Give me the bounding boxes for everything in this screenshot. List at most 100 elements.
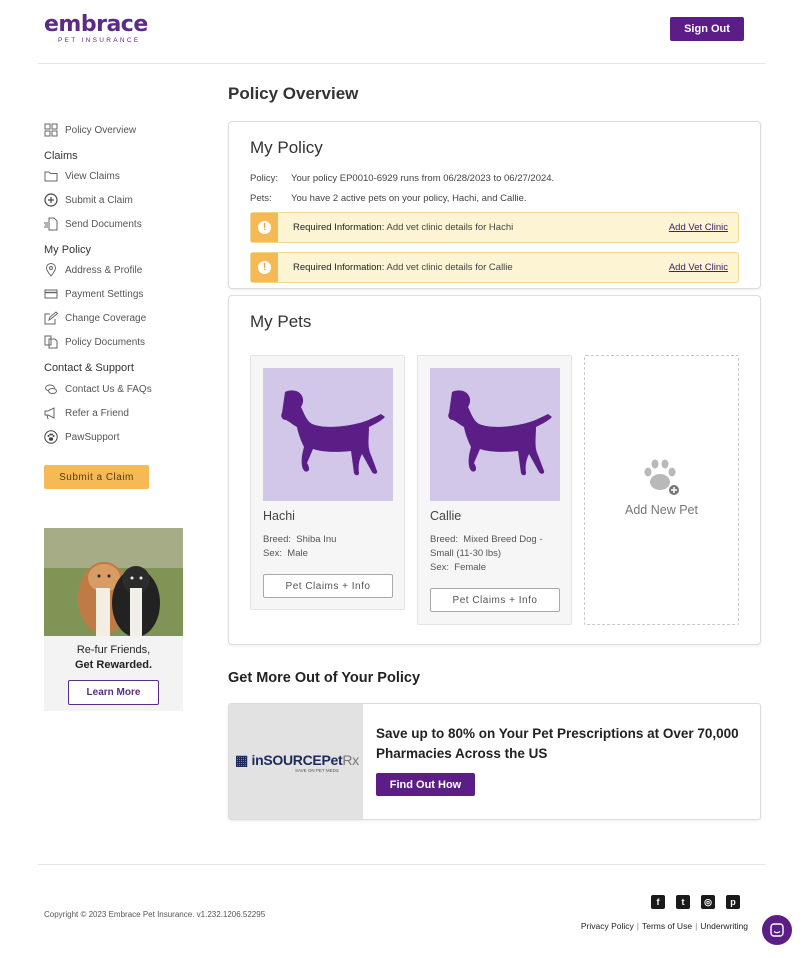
dog-silhouette-image <box>263 368 393 501</box>
policy-text: Your policy EP0010-6929 runs from 06/28/… <box>291 173 555 184</box>
sidebar-item-policy-overview[interactable]: Policy Overview <box>44 121 136 139</box>
insourcepet-logo-text: ▦ inSOURCEPetRx <box>235 752 359 768</box>
sidebar-item-label: Policy Documents <box>65 336 146 348</box>
insourcepet-logo: ▦ inSOURCEPetRx SAVE ON PET MEDS <box>229 704 363 819</box>
add-vet-clinic-link[interactable]: Add Vet Clinic <box>669 262 728 273</box>
offer-title: Save up to 80% on Your Pet Prescriptions… <box>376 726 739 761</box>
pets-label: Pets: <box>250 193 272 204</box>
paw-plus-icon <box>644 459 679 495</box>
chat-launcher-button[interactable] <box>762 915 792 945</box>
add-new-pet-label: Add New Pet <box>625 503 698 517</box>
dog-silhouette-image <box>430 368 560 501</box>
send-document-icon <box>44 217 58 231</box>
megaphone-icon <box>44 407 55 420</box>
pet-claims-info-button[interactable]: Pet Claims + Info <box>263 574 393 598</box>
documents-icon <box>44 335 58 349</box>
sidebar-heading-contact-support: Contact & Support <box>44 362 134 374</box>
sidebar-item-policy-documents[interactable]: Policy Documents <box>44 333 145 351</box>
pinterest-icon[interactable]: p <box>726 895 740 909</box>
insourcepet-offer-card: ▦ inSOURCEPetRx SAVE ON PET MEDS Save up… <box>228 703 761 820</box>
promo-text: Re-fur Friends, Get Rewarded. <box>44 643 183 673</box>
sidebar-item-view-claims[interactable]: View Claims <box>44 167 120 185</box>
learn-more-button[interactable]: Learn More <box>68 680 159 705</box>
my-policy-card: My Policy Policy: Your policy EP0010-6929… <box>228 121 761 289</box>
sex-label: Sex: <box>430 562 450 573</box>
alert-text: Add vet clinic details for Hachi <box>386 222 514 233</box>
page-title: Policy Overview <box>228 84 359 103</box>
find-out-how-button[interactable]: Find Out How <box>376 773 475 796</box>
edit-icon <box>44 311 58 325</box>
pet-card: Callie Breed: Mixed Breed Dog - Small (1… <box>417 355 572 625</box>
pet-sex: Sex: Female <box>430 561 565 575</box>
terms-of-use-link[interactable]: Terms of Use <box>642 921 692 931</box>
sign-out-button[interactable]: Sign Out <box>670 17 744 41</box>
promo-line-1: Re-fur Friends, <box>76 644 151 656</box>
sidebar-item-label: Send Documents <box>65 218 142 230</box>
sex-value: Male <box>287 548 308 559</box>
referral-promo: Re-fur Friends, Get Rewarded. Learn More <box>44 528 183 711</box>
promo-line-2: Get Rewarded. <box>74 659 153 671</box>
sidebar-item-label: Contact Us & FAQs <box>65 383 152 395</box>
insourcepet-tagline: SAVE ON PET MEDS <box>295 768 339 773</box>
sidebar-item-refer-friend[interactable]: Refer a Friend <box>44 404 129 422</box>
alert-icon: ! <box>251 213 278 242</box>
sidebar-item-label: Payment Settings <box>65 288 144 300</box>
logo-wordmark: embrace <box>44 12 148 37</box>
sidebar-heading-claims: Claims <box>44 150 78 162</box>
copyright-text: Copyright © 2023 Embrace Pet Insurance. … <box>44 910 266 919</box>
add-vet-clinic-link[interactable]: Add Vet Clinic <box>669 222 728 233</box>
grid-icon <box>44 123 58 137</box>
offers-heading: Get More Out of Your Policy <box>228 670 421 686</box>
folder-icon <box>44 171 58 182</box>
header-divider <box>38 63 766 64</box>
pet-breed: Breed: Shiba Inu <box>263 533 398 547</box>
pets-text: You have 2 active pets on your policy, H… <box>291 193 527 204</box>
footer-links: Privacy Policy | Terms of Use | Underwriting <box>580 921 748 931</box>
pet-claims-info-button[interactable]: Pet Claims + Info <box>430 588 560 612</box>
sidebar-heading-my-policy: My Policy <box>44 244 92 256</box>
sidebar-item-label: Address & Profile <box>65 264 143 276</box>
logo-wordmark: inSOURCEPet <box>251 752 343 768</box>
breed-value: Shiba Inu <box>296 534 337 545</box>
pet-name: Hachi <box>263 509 295 523</box>
pets-row: Pets: You have 2 active pets on your poli… <box>250 193 527 204</box>
facebook-icon[interactable]: f <box>651 895 665 909</box>
logo-tagline: PET INSURANCE <box>58 37 141 44</box>
my-policy-heading: My Policy <box>250 138 323 157</box>
twitter-icon[interactable]: t <box>676 895 690 909</box>
sidebar-item-label: Refer a Friend <box>65 407 129 419</box>
plus-circle-icon <box>44 193 58 207</box>
policy-row: Policy: Your policy EP0010-6929 runs from… <box>250 173 554 184</box>
privacy-policy-link[interactable]: Privacy Policy <box>581 921 634 931</box>
social-links: f t ◎ p <box>651 895 740 909</box>
alert-message: Required Information: Add vet clinic det… <box>293 222 513 233</box>
pet-name: Callie <box>430 509 462 523</box>
sidebar-item-contact-faqs[interactable]: Contact Us & FAQs <box>44 380 152 398</box>
sidebar-item-label: Policy Overview <box>65 124 137 136</box>
alert-label: Required Information: <box>293 262 385 273</box>
sidebar-item-payment-settings[interactable]: Payment Settings <box>44 285 143 303</box>
sidebar-item-change-coverage[interactable]: Change Coverage <box>44 309 146 327</box>
sidebar-submit-claim-button[interactable]: Submit a Claim <box>44 465 149 489</box>
chat-bubbles-icon <box>45 384 57 394</box>
alert-message: Required Information: Add vet clinic det… <box>293 262 513 273</box>
underwriting-link[interactable]: Underwriting <box>700 921 748 931</box>
instagram-icon[interactable]: ◎ <box>701 895 715 909</box>
logo-rx: Rx <box>342 752 359 768</box>
my-pets-card: My Pets Hachi Breed: Shiba Inu Sex: Male… <box>228 295 761 645</box>
policy-label: Policy: <box>250 173 278 184</box>
embrace-logo[interactable]: embrace PET INSURANCE <box>44 12 154 45</box>
alert-icon: ! <box>251 253 278 282</box>
sidebar-item-submit-claim[interactable]: Submit a Claim <box>44 191 133 209</box>
sidebar-item-pawsupport[interactable]: PawSupport <box>44 428 119 446</box>
sidebar-item-label: Submit a Claim <box>65 194 133 206</box>
sidebar-item-label: PawSupport <box>65 431 120 443</box>
pet-breed: Breed: Mixed Breed Dog - Small (11-30 lb… <box>430 533 565 561</box>
sex-value: Female <box>454 562 486 573</box>
sidebar-item-send-documents[interactable]: Send Documents <box>44 215 142 233</box>
paw-icon <box>44 430 58 444</box>
pet-sex: Sex: Male <box>263 547 398 561</box>
add-new-pet-tile[interactable]: Add New Pet <box>584 355 739 625</box>
alert-label: Required Information: <box>293 222 385 233</box>
sidebar-item-address-profile[interactable]: Address & Profile <box>44 261 142 279</box>
